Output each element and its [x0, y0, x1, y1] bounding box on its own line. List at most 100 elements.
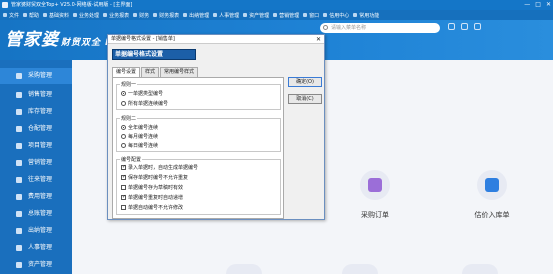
sidebar-item-marketing[interactable]: 营销管理	[0, 155, 72, 171]
group-title: 规则一	[120, 81, 138, 88]
menu-common-functions[interactable]: 常用功能	[353, 12, 379, 19]
menu-icon	[213, 13, 218, 17]
tile-valuation-inbound[interactable]: 估价入库单	[447, 170, 537, 230]
number-format-dialog: 单据编号格式设置 - [销售单] ✕ 单据编号格式设置 编号设置 样式 常用编号…	[107, 34, 325, 220]
menu-business[interactable]: 业务处理	[73, 12, 99, 19]
menu-hr[interactable]: 人事管理	[213, 12, 239, 19]
menu-cashier[interactable]: 出纳管理	[183, 12, 209, 19]
ok-button[interactable]: 确定(O)	[288, 77, 322, 87]
sidebar-item-purchase[interactable]: 采购管理	[0, 68, 72, 84]
radio-all-continuous[interactable]: 所有单据连续编号	[121, 100, 168, 107]
tile-purchase-order[interactable]: 采购订单	[330, 170, 420, 230]
chart-icon	[16, 92, 22, 98]
sidebar-item-accounts[interactable]: 往来管理	[0, 172, 72, 188]
menu-icon	[73, 13, 78, 17]
menu-search-input[interactable]: 请输入菜单名称	[320, 23, 440, 33]
tile-icon-bg	[360, 170, 390, 200]
radio-daily[interactable]: 每日编号连续	[121, 142, 158, 149]
checkbox-auto-generate[interactable]: ✓ 录入单据时，自动生成单据编号	[121, 164, 198, 171]
menu-icon	[323, 13, 328, 17]
menu-window[interactable]: 窗口	[303, 12, 319, 19]
close-button[interactable]: ✕	[546, 0, 551, 10]
sidebar-item-ledger[interactable]: 总账管理	[0, 206, 72, 222]
sidebar-item-asset[interactable]: 资产管理	[0, 257, 72, 273]
rule-group-2: 规则二 全年编号连续 每月编号连续 每日编号连续	[116, 115, 281, 152]
menu-icon	[103, 13, 108, 17]
window-titlebar: 管家婆财贸双全Top+ V25.0-网络版-试用版 - [主界面] — □ ✕	[0, 0, 553, 10]
sidebar-item-cashier[interactable]: 出纳管理	[0, 223, 72, 239]
valuation-inbound-icon	[485, 178, 499, 192]
radio-yearly[interactable]: 全年编号连续	[121, 124, 158, 131]
tab-common-styles[interactable]: 常用编号样式	[160, 67, 199, 77]
purchase-order-icon	[368, 178, 382, 192]
menu-finance-report[interactable]: 财务报表	[153, 12, 179, 19]
checkbox-icon	[121, 205, 126, 210]
radio-monthly[interactable]: 每月编号连续	[121, 133, 158, 140]
search-icon	[323, 25, 328, 30]
dialog-titlebar: 单据编号格式设置 - [销售单] ✕	[108, 35, 324, 44]
radio-icon	[121, 125, 126, 130]
rule-group-1: 规则一 一单据类型编号 所有单据连续编号	[116, 81, 281, 110]
tile-icon-bg	[226, 264, 262, 274]
asset-icon	[16, 262, 22, 268]
dialog-tabs: 编号设置 样式 常用编号样式	[112, 67, 199, 77]
user-icon[interactable]	[474, 23, 481, 30]
sidebar-item-sales[interactable]: 销售管理	[0, 87, 72, 103]
radio-icon	[121, 134, 126, 139]
message-icon[interactable]	[448, 23, 455, 30]
menu-file[interactable]: 文件	[3, 12, 19, 19]
tile-icon-bg	[477, 170, 507, 200]
cash-icon	[16, 228, 22, 234]
menu-icon	[243, 13, 248, 17]
tab-style[interactable]: 样式	[141, 67, 160, 77]
settings-icon[interactable]	[461, 23, 468, 30]
menu-icon	[153, 13, 158, 17]
menu-icon	[43, 13, 48, 17]
checkbox-checked-icon: ✓	[121, 164, 127, 170]
sidebar-item-hr[interactable]: 人事管理	[0, 240, 72, 256]
checkbox-auto-increment[interactable]: ✓ 单据编号重复时自动递增	[121, 194, 183, 201]
exchange-icon	[16, 177, 22, 183]
checkbox-checked-icon: ✓	[121, 174, 127, 180]
warehouse-icon	[16, 126, 22, 132]
menu-help[interactable]: 帮助	[23, 12, 39, 19]
project-icon	[16, 143, 22, 149]
checkbox-checked-icon: ✓	[121, 194, 127, 200]
checkbox-icon	[121, 185, 126, 190]
menu-icon	[353, 13, 358, 17]
sidebar-item-warehouse[interactable]: 仓配管理	[0, 121, 72, 137]
menu-business-report[interactable]: 业务报表	[103, 12, 129, 19]
checkbox-draft-valid[interactable]: 单据编号存为草稿时有效	[121, 184, 183, 191]
tab-panel: 规则一 一单据类型编号 所有单据连续编号 规则二 全年编号连续 每月编号连续 每…	[112, 77, 284, 219]
tile-label: 采购订单	[361, 211, 389, 219]
close-icon[interactable]: ✕	[316, 35, 321, 44]
radio-per-type[interactable]: 一单据类型编号	[121, 90, 163, 97]
ledger-icon	[16, 211, 22, 217]
group-title: 规则二	[120, 115, 138, 122]
group-title: 编号配置	[120, 156, 143, 163]
menu-icon	[183, 13, 188, 17]
menu-finance[interactable]: 财务	[133, 12, 149, 19]
menu-icon	[3, 13, 7, 17]
checkbox-no-duplicate[interactable]: ✓ 保存单据时编号不允许重复	[121, 174, 188, 181]
sidebar-item-project[interactable]: 项目管理	[0, 138, 72, 154]
menu-bar: 文件 帮助 基础资料 业务处理 业务报表 财务 财务报表 出纳管理 人事管理 资…	[0, 10, 553, 20]
menu-credit-center[interactable]: 信用中心	[323, 12, 349, 19]
checkbox-no-edit[interactable]: 单据自动编号不允许修改	[121, 204, 183, 211]
minimize-button[interactable]: —	[524, 0, 530, 10]
menu-asset[interactable]: 资产管理	[243, 12, 269, 19]
menu-basic-data[interactable]: 基础资料	[43, 12, 69, 19]
maximize-button[interactable]: □	[535, 0, 541, 10]
tile-icon-bg	[342, 264, 378, 274]
tab-number-settings[interactable]: 编号设置	[112, 67, 141, 77]
sidebar-item-inventory[interactable]: 库存管理	[0, 104, 72, 120]
cancel-button[interactable]: 取消(C)	[288, 94, 322, 104]
radio-icon	[121, 101, 126, 106]
sidebar-item-expense[interactable]: 费用管理	[0, 189, 72, 205]
tile-label: 估价入库单	[474, 211, 510, 219]
menu-icon	[273, 13, 278, 17]
menu-marketing[interactable]: 营销管理	[273, 12, 299, 19]
menu-icon	[23, 13, 28, 17]
tile-icon-bg	[462, 264, 498, 274]
sidebar: 采购管理 销售管理 库存管理 仓配管理 项目管理 营销管理 往来管理 费用管理 …	[0, 60, 72, 274]
